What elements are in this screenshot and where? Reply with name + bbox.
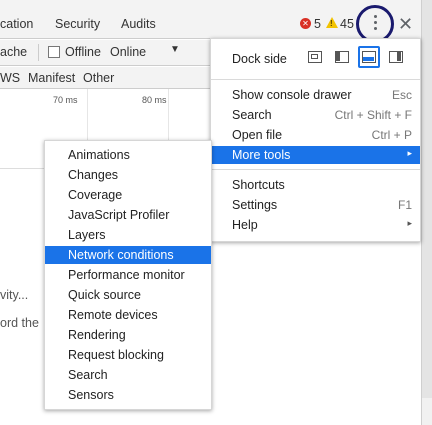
window-edge — [421, 0, 432, 425]
error-circle-icon[interactable]: ✕ — [300, 18, 311, 29]
submenu-item-changes[interactable]: Changes — [45, 166, 211, 184]
submenu-item-remote-devices[interactable]: Remote devices — [45, 306, 211, 324]
submenu-item-label: Layers — [68, 228, 106, 242]
dock-side-label: Dock side — [232, 52, 287, 66]
close-icon[interactable]: ✕ — [398, 14, 413, 35]
submenu-arrow-icon: ▸ — [407, 148, 412, 158]
submenu-item-rendering[interactable]: Rendering — [45, 326, 211, 344]
menu-divider — [211, 169, 420, 170]
submenu-item-layers[interactable]: Layers — [45, 226, 211, 244]
submenu-item-label: Search — [68, 368, 108, 382]
tab-audits[interactable]: Audits — [121, 17, 156, 31]
menu-item-shortcut: Ctrl + P — [371, 128, 412, 142]
toolbar-divider — [38, 44, 39, 61]
submenu-item-label: Request blocking — [68, 348, 164, 362]
timeline-tick: 70 ms — [53, 95, 78, 105]
submenu-item-label: JavaScript Profiler — [68, 208, 170, 222]
submenu-item-request-blocking[interactable]: Request blocking — [45, 346, 211, 364]
menu-item-label: Search — [232, 108, 272, 122]
submenu-item-search[interactable]: Search — [45, 366, 211, 384]
menu-item-shortcut: Esc — [391, 88, 412, 102]
menu-item-label: Help — [232, 218, 258, 232]
submenu-item-label: Coverage — [68, 188, 123, 202]
menu-item-shortcut: F1 — [397, 198, 412, 212]
error-count[interactable]: 5 — [314, 17, 321, 31]
timeline-tick: 80 ms — [142, 95, 167, 105]
filter-other[interactable]: Other — [83, 71, 114, 85]
menu-item-show-console-drawer[interactable]: Show console drawer Esc — [211, 86, 420, 104]
tab-application[interactable]: cation — [0, 17, 33, 31]
menu-item-more-tools[interactable]: More tools ▸ — [211, 146, 420, 164]
menu-item-label: Settings — [232, 198, 278, 212]
filter-manifest[interactable]: Manifest — [28, 71, 75, 85]
menu-divider — [211, 79, 420, 80]
submenu-item-label: Network conditions — [68, 248, 174, 262]
warning-count[interactable]: 45 — [340, 17, 354, 31]
menu-item-label: More tools — [232, 148, 291, 162]
submenu-item-javascript-profiler[interactable]: JavaScript Profiler — [45, 206, 211, 224]
submenu-item-network-conditions[interactable]: Network conditions — [45, 246, 211, 264]
menu-item-shortcut: Ctrl + Shift + F — [334, 108, 412, 122]
filter-ws[interactable]: WS — [0, 71, 20, 85]
submenu-item-label: Quick source — [68, 288, 141, 302]
menu-item-open-file[interactable]: Open file Ctrl + P — [211, 126, 420, 144]
recording-hint-line: vity... — [0, 288, 29, 302]
warning-triangle-icon[interactable]: ! — [326, 17, 338, 28]
menu-item-settings[interactable]: Settings F1 — [211, 196, 420, 214]
menu-item-label: Show console drawer — [232, 88, 352, 102]
submenu-item-sensors[interactable]: Sensors — [45, 386, 211, 404]
tab-security[interactable]: Security — [55, 17, 100, 31]
submenu-item-coverage[interactable]: Coverage — [45, 186, 211, 204]
throttling-select[interactable]: Online — [110, 45, 146, 59]
menu-item-shortcuts[interactable]: Shortcuts — [211, 176, 420, 194]
devtools-tabbar: cation Security Audits ✕ 5 ! 45 ✕ — [0, 0, 421, 43]
dock-right-icon[interactable] — [389, 51, 403, 63]
chevron-down-icon[interactable]: ▼ — [170, 44, 180, 55]
submenu-item-label: Sensors — [68, 388, 114, 402]
menu-item-label: Open file — [232, 128, 283, 142]
menu-item-help[interactable]: Help ▸ — [211, 216, 420, 234]
menu-item-label: Shortcuts — [232, 178, 285, 192]
submenu-arrow-icon: ▸ — [407, 218, 412, 228]
menu-item-search[interactable]: Search Ctrl + Shift + F — [211, 106, 420, 124]
submenu-item-label: Remote devices — [68, 308, 158, 322]
submenu-item-label: Rendering — [68, 328, 126, 342]
submenu-item-animations[interactable]: Animations — [45, 146, 211, 164]
offline-checkbox[interactable] — [48, 46, 60, 58]
recording-hint-line: ord the — [0, 316, 39, 330]
more-tools-submenu: Animations Changes Coverage JavaScript P… — [44, 140, 212, 410]
disable-cache-label[interactable]: ache — [0, 45, 27, 59]
dock-left-icon[interactable] — [335, 51, 349, 63]
submenu-item-quick-source[interactable]: Quick source — [45, 286, 211, 304]
dock-bottom-icon[interactable] — [362, 51, 376, 63]
customize-devtools-menu: Dock side Show console drawer Esc Search… — [210, 38, 421, 242]
submenu-item-label: Animations — [68, 148, 130, 162]
offline-label[interactable]: Offline — [65, 45, 101, 59]
submenu-item-label: Performance monitor — [68, 268, 185, 282]
undock-icon[interactable] — [308, 51, 322, 63]
submenu-item-label: Changes — [68, 168, 119, 182]
submenu-item-performance-monitor[interactable]: Performance monitor — [45, 266, 211, 284]
